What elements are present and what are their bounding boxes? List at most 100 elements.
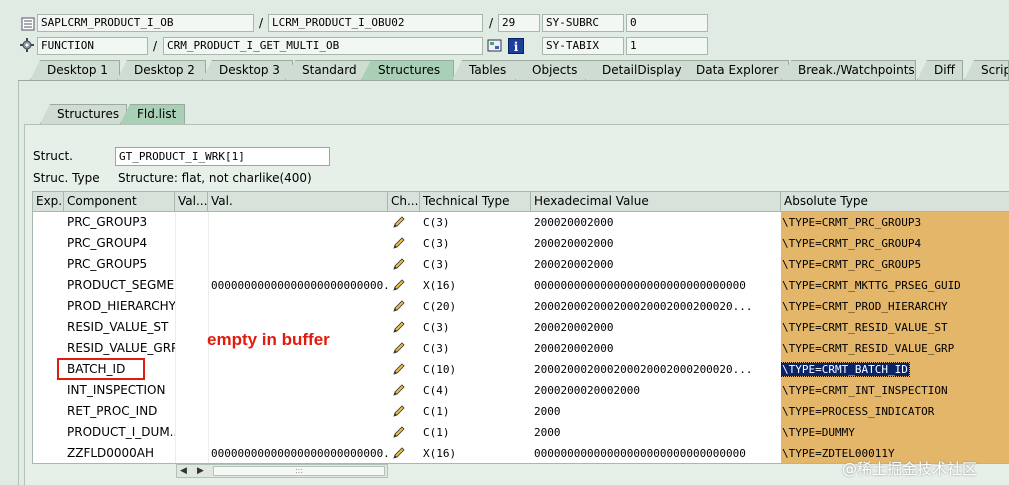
horizontal-scrollbar[interactable]: ◀ ▶ ::: — [176, 464, 388, 478]
scroll-right-icon[interactable]: ▶ — [197, 465, 204, 477]
absolute-type-cell[interactable]: \TYPE=CRMT_MKTTG_PRSEG_GUID — [781, 275, 1009, 296]
table-row[interactable]: PRC_GROUP3 C(3) 200020002000 \TYPE=CRMT_PRC… — [33, 212, 1009, 233]
table-row[interactable]: PRC_GROUP5 C(3) 200020002000 \TYPE=CRMT_PRC… — [33, 254, 1009, 275]
value-cell[interactable] — [208, 212, 388, 233]
tab-objects[interactable]: Objects — [515, 60, 597, 80]
component-cell[interactable]: RESID_VALUE_GRP — [64, 338, 175, 359]
pencil-icon[interactable] — [389, 359, 420, 380]
subtab-fld-list[interactable]: Fld.list — [120, 104, 185, 124]
event-name-field[interactable]: CRM_PRODUCT_I_GET_MULTI_OB — [163, 37, 483, 55]
component-cell[interactable]: PROD_HIERARCHY — [64, 296, 175, 317]
col-header-absolute-type[interactable]: Absolute Type — [781, 192, 1009, 212]
absolute-type-cell[interactable]: \TYPE=CRMT_INT_INSPECTION — [781, 380, 1009, 401]
tab-detaildisplay[interactable]: DetailDisplay — [585, 60, 692, 80]
component-cell[interactable]: INT_INSPECTION — [64, 380, 175, 401]
value-cell[interactable] — [208, 233, 388, 254]
value-cell[interactable] — [208, 422, 388, 443]
component-cell[interactable]: RET_PROC_IND — [64, 401, 175, 422]
absolute-type-cell[interactable]: \TYPE=CRMT_BATCH_ID — [781, 359, 1009, 380]
tab-diff[interactable]: Diff — [917, 60, 963, 80]
col-header-component[interactable]: Component — [64, 192, 175, 212]
value-cell[interactable] — [208, 254, 388, 275]
table-row[interactable]: PRODUCT_I_DUM... C(1) 2000 \TYPE=DUMMY — [33, 422, 1009, 443]
table-row[interactable]: RESID_VALUE_GRP C(3) 200020002000 \TYPE=CRM… — [33, 338, 1009, 359]
pencil-icon[interactable] — [389, 254, 420, 275]
pencil-icon[interactable] — [389, 422, 420, 443]
value-cell[interactable]: 00000000000000000000000000... — [208, 443, 388, 463]
program-field[interactable]: SAPLCRM_PRODUCT_I_OB — [37, 14, 254, 32]
absolute-type-cell[interactable]: \TYPE=CRMT_RESID_VALUE_GRP — [781, 338, 1009, 359]
subtab-structures[interactable]: Structures — [40, 104, 127, 124]
tab-data-explorer[interactable]: Data Explorer — [679, 60, 789, 80]
component-cell[interactable]: RESID_VALUE_ST — [64, 317, 175, 338]
value-cell[interactable] — [208, 296, 388, 317]
scroll-thumb[interactable]: ::: — [213, 466, 385, 476]
col-header-hexadecimal-value[interactable]: Hexadecimal Value — [531, 192, 781, 212]
tab-script[interactable]: Script — [964, 60, 1009, 80]
tab-structures[interactable]: Structures — [361, 60, 454, 80]
absolute-type-cell[interactable]: \TYPE=DUMMY — [781, 422, 1009, 443]
absolute-type-cell[interactable]: \TYPE=CRMT_PRC_GROUP3 — [781, 212, 1009, 233]
absolute-type-cell[interactable]: \TYPE=CRMT_PRC_GROUP4 — [781, 233, 1009, 254]
col-header-technical-type[interactable]: Technical Type — [420, 192, 531, 212]
tab-tables[interactable]: Tables — [452, 60, 526, 80]
value-cell[interactable]: 00000000000000000000000000... — [208, 275, 388, 296]
component-cell[interactable]: PRC_GROUP4 — [64, 233, 175, 254]
line-field[interactable]: 29 — [498, 14, 540, 32]
table-row[interactable]: RESID_VALUE_ST C(3) 200020002000 \TYPE=CRMT… — [33, 317, 1009, 338]
table-row[interactable]: BATCH_ID C(10) 200020002000200020002000200… — [33, 359, 1009, 380]
separator: / — [153, 39, 158, 53]
col-header-val-short[interactable]: Val.... — [175, 192, 208, 212]
table-row[interactable]: PROD_HIERARCHY C(20) 200020002000200020002… — [33, 296, 1009, 317]
value-cell[interactable] — [208, 401, 388, 422]
table-row[interactable]: PRODUCT_SEGME... 000000000000000000000000… — [33, 275, 1009, 296]
component-cell[interactable]: ZZFLD0000AH — [64, 443, 175, 463]
main-tab-strip: Desktop 1 Desktop 2 Desktop 3 Standard S… — [30, 60, 1009, 80]
hex-value-cell: 200020002000 — [534, 258, 614, 271]
pencil-icon[interactable] — [389, 380, 420, 401]
table-row[interactable]: RET_PROC_IND C(1) 2000 \TYPE=PROCESS_INDICA… — [33, 401, 1009, 422]
info-icon[interactable]: i — [508, 38, 524, 57]
pencil-icon[interactable] — [389, 296, 420, 317]
col-header-change[interactable]: Ch... — [388, 192, 420, 212]
absolute-type-text: \TYPE=CRMT_MKTTG_PRSEG_GUID — [782, 279, 961, 292]
tab-desktop-2[interactable]: Desktop 2 — [117, 60, 206, 80]
pencil-icon[interactable] — [389, 275, 420, 296]
pencil-icon[interactable] — [389, 401, 420, 422]
value-cell[interactable] — [208, 380, 388, 401]
absolute-type-cell[interactable]: \TYPE=CRMT_PRC_GROUP5 — [781, 254, 1009, 275]
event-type-field[interactable]: FUNCTION — [37, 37, 148, 55]
pencil-icon[interactable] — [389, 338, 420, 359]
include-field[interactable]: LCRM_PRODUCT_I_OBU02 — [268, 14, 483, 32]
batch-id-highlight-box — [57, 358, 145, 380]
tab-desktop-1[interactable]: Desktop 1 — [30, 60, 120, 80]
component-cell[interactable]: PRC_GROUP5 — [64, 254, 175, 275]
component-cell[interactable]: PRC_GROUP3 — [64, 212, 175, 233]
scroll-left-icon[interactable]: ◀ — [180, 465, 187, 477]
tab-desktop-3[interactable]: Desktop 3 — [202, 60, 293, 80]
pencil-icon[interactable] — [389, 212, 420, 233]
transfer-icon[interactable] — [487, 38, 503, 57]
program-icon — [21, 17, 35, 34]
pencil-icon[interactable] — [389, 443, 420, 463]
absolute-type-text: \TYPE=DUMMY — [782, 426, 855, 439]
tab-break-watchpoints[interactable]: Break./Watchpoints — [781, 60, 916, 80]
sy-tabix-value[interactable]: 1 — [626, 37, 708, 55]
component-cell[interactable]: PRODUCT_I_DUM... — [64, 422, 175, 443]
pencil-icon[interactable] — [389, 233, 420, 254]
table-row[interactable]: PRC_GROUP4 C(3) 200020002000 \TYPE=CRMT_PRC… — [33, 233, 1009, 254]
component-cell[interactable]: PRODUCT_SEGME... — [64, 275, 175, 296]
svg-text:i: i — [514, 40, 519, 54]
pencil-icon[interactable] — [389, 317, 420, 338]
sy-subrc-value[interactable]: 0 — [626, 14, 708, 32]
absolute-type-cell[interactable]: \TYPE=CRMT_PROD_HIERARCHY — [781, 296, 1009, 317]
absolute-type-cell[interactable]: \TYPE=CRMT_RESID_VALUE_ST — [781, 317, 1009, 338]
col-header-exp[interactable]: Exp. — [33, 192, 64, 212]
hex-value-cell: 200020002000 — [534, 237, 614, 250]
table-row[interactable]: INT_INSPECTION C(4) 2000200020002000 \TYPE=… — [33, 380, 1009, 401]
struct-input[interactable]: GT_PRODUCT_I_WRK[1] — [115, 147, 330, 166]
technical-type-cell: C(10) — [423, 363, 457, 376]
value-cell[interactable] — [208, 359, 388, 380]
absolute-type-cell[interactable]: \TYPE=PROCESS_INDICATOR — [781, 401, 1009, 422]
col-header-val[interactable]: Val. — [208, 192, 388, 212]
